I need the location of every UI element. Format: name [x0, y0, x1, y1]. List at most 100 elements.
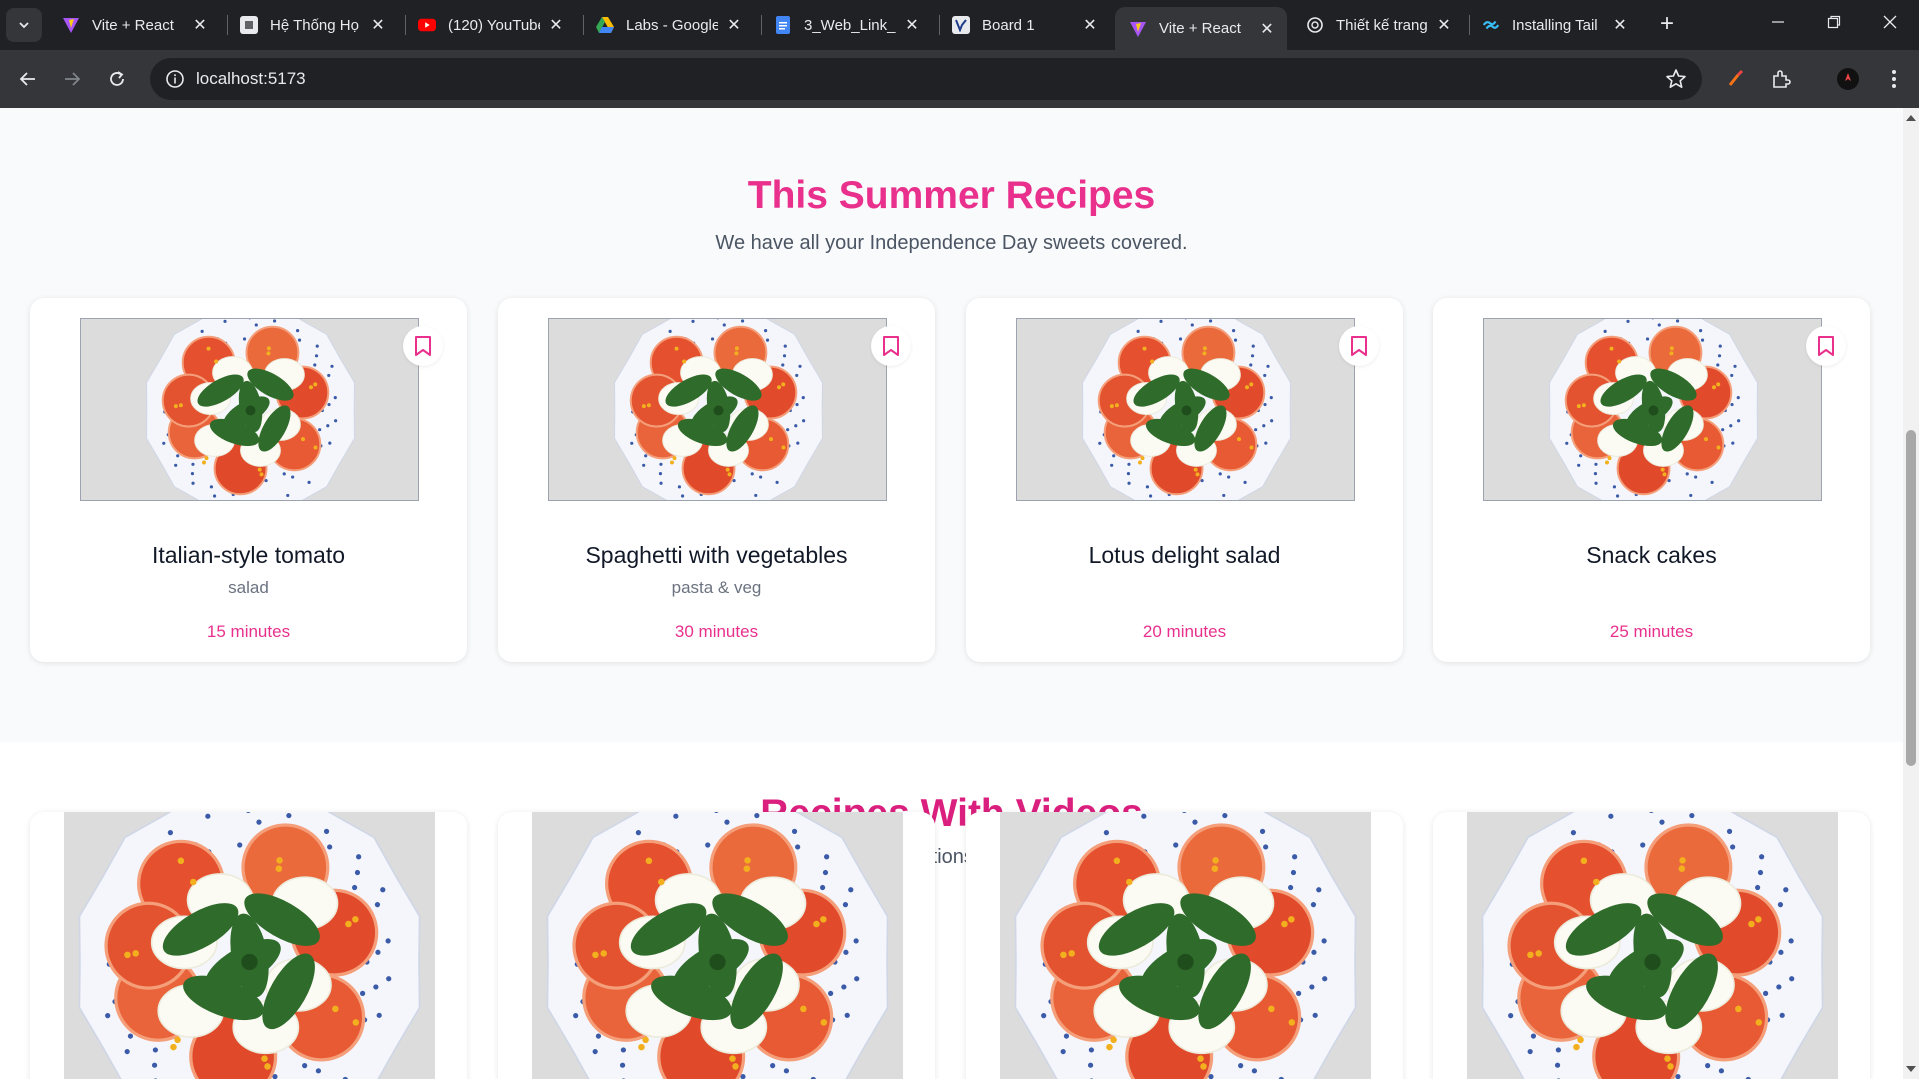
tab-title: 3_Web_Link_I: [804, 16, 896, 34]
extensions-icon[interactable]: [1767, 65, 1795, 93]
recipe-name: Lotus delight salad: [1088, 542, 1281, 568]
close-icon[interactable]: ✕: [724, 15, 744, 35]
bookmark-button[interactable]: [403, 326, 443, 366]
reload-button[interactable]: [99, 61, 135, 97]
caprese-salad-photo: [549, 319, 886, 500]
recipe-card[interactable]: Spaghetti with vegetables pasta & veg 30…: [498, 298, 935, 662]
recipe-name: Italian-style tomato: [151, 542, 346, 568]
close-icon[interactable]: ✕: [1610, 15, 1630, 35]
recipe-image: [532, 812, 903, 1079]
tab-title: Board 1: [982, 16, 1035, 34]
docs-icon: [774, 16, 792, 34]
close-icon[interactable]: ✕: [546, 15, 566, 35]
browser-tab[interactable]: Labs - Google ✕: [582, 7, 754, 43]
video-recipe-card[interactable]: [966, 812, 1403, 1079]
menu-kebab-icon[interactable]: [1880, 65, 1908, 93]
recipe-image: [64, 812, 435, 1079]
tab-title: (120) YouTube: [448, 16, 540, 34]
recipe-card[interactable]: Lotus delight salad 20 minutes: [966, 298, 1403, 662]
browser-tab[interactable]: (120) YouTube ✕: [404, 7, 576, 43]
scroll-up-arrow-icon[interactable]: [1903, 112, 1919, 124]
video-recipe-card[interactable]: [498, 812, 935, 1079]
tab-title: Hệ Thống Họ: [270, 16, 359, 34]
recipe-card[interactable]: Italian-style tomato salad 15 minutes: [30, 298, 467, 662]
new-tab-button[interactable]: +: [1652, 10, 1682, 40]
forward-button[interactable]: [54, 61, 90, 97]
tab-title: Vite + React: [92, 16, 174, 34]
url-text[interactable]: localhost:5173: [196, 69, 306, 89]
info-icon[interactable]: [164, 68, 186, 90]
bookmark-icon: [883, 336, 899, 356]
caprese-salad-photo: [1017, 319, 1354, 500]
browser-tab[interactable]: Installing Tail ✕: [1468, 7, 1640, 43]
recipe-card[interactable]: Snack cakes 25 minutes: [1433, 298, 1870, 662]
minimize-icon[interactable]: [1750, 0, 1806, 44]
tab-strip: Vite + React ✕ Hệ Thống Họ ✕ (120) YouTu…: [0, 0, 1919, 50]
close-icon[interactable]: ✕: [902, 15, 922, 35]
section-subtitle: We have all your Independence Day sweets…: [715, 232, 1188, 254]
close-icon[interactable]: ✕: [190, 15, 210, 35]
page-scrollbar[interactable]: [1903, 108, 1919, 1079]
recipe-category: salad: [228, 578, 269, 597]
recipe-category: pasta & veg: [671, 578, 762, 597]
address-bar[interactable]: localhost:5173: [150, 58, 1702, 100]
drive-icon: [596, 16, 614, 34]
page-viewport: This Summer Recipes We have all your Ind…: [0, 108, 1903, 1079]
close-icon[interactable]: ✕: [1080, 15, 1100, 35]
bookmark-button[interactable]: [871, 326, 911, 366]
recipe-image: [1467, 812, 1838, 1079]
recipe-name: Snack cakes: [1586, 542, 1717, 568]
avatar[interactable]: [1834, 65, 1862, 93]
reload-icon: [110, 71, 124, 86]
recipe-time: 20 minutes: [1142, 622, 1227, 641]
tailwind-icon: [1482, 16, 1500, 34]
close-icon[interactable]: ✕: [1434, 15, 1454, 35]
color-picker-extension-icon[interactable]: [1722, 65, 1750, 93]
recipe-time: 25 minutes: [1609, 622, 1694, 641]
tab-title: Installing Tail: [1512, 16, 1598, 34]
recipe-image: [1000, 812, 1371, 1079]
star-icon[interactable]: [1664, 67, 1688, 91]
close-icon[interactable]: ✕: [1257, 19, 1277, 39]
recipe-name: Spaghetti with vegetables: [585, 542, 848, 568]
scroll-down-arrow-icon[interactable]: [1903, 1063, 1919, 1075]
recipe-time: 15 minutes: [206, 622, 291, 641]
caprese-salad-photo: [1467, 812, 1838, 1079]
arrow-right-icon: [65, 72, 81, 86]
browser-tab[interactable]: Board 1 ✕: [938, 7, 1110, 43]
caprese-salad-photo: [81, 319, 418, 500]
restore-icon[interactable]: [1806, 0, 1862, 44]
browser-tab-active[interactable]: Vite + React ✕: [1115, 7, 1287, 50]
recipe-time: 30 minutes: [674, 622, 759, 641]
browser-tab[interactable]: Hệ Thống Họ ✕: [226, 7, 398, 43]
browser-tab[interactable]: 3_Web_Link_I ✕: [760, 7, 932, 43]
tab-title: Vite + React: [1159, 20, 1241, 37]
caprese-salad-photo: [64, 812, 435, 1079]
browser-tab[interactable]: Vite + React ✕: [48, 7, 220, 43]
page-icon: [240, 16, 258, 34]
bookmark-icon: [415, 336, 431, 356]
bookmark-button[interactable]: [1339, 326, 1379, 366]
scrollbar-thumb[interactable]: [1906, 430, 1916, 766]
caprese-salad-photo: [532, 812, 903, 1079]
video-recipe-card[interactable]: [30, 812, 467, 1079]
tab-search-button[interactable]: [6, 8, 42, 42]
tab-title: Thiết kế trang: [1336, 16, 1428, 34]
caprese-salad-photo: [1484, 319, 1821, 500]
recipe-image: [1483, 318, 1822, 501]
video-recipe-card[interactable]: [1433, 812, 1870, 1079]
bookmark-button[interactable]: [1806, 326, 1846, 366]
close-icon[interactable]: ✕: [368, 15, 388, 35]
close-window-icon[interactable]: [1862, 0, 1918, 44]
tab-title: Labs - Google: [626, 16, 718, 34]
bookmark-icon: [1818, 336, 1834, 356]
board-icon: [952, 16, 970, 34]
back-button[interactable]: [10, 61, 46, 97]
youtube-icon: [418, 16, 436, 34]
browser-tab[interactable]: Thiết kế trang ✕: [1292, 7, 1464, 43]
arrow-left-icon: [19, 72, 35, 86]
recipe-image: [548, 318, 887, 501]
recipe-image: [80, 318, 419, 501]
vite-icon: [1129, 20, 1147, 38]
vite-icon: [62, 16, 80, 34]
